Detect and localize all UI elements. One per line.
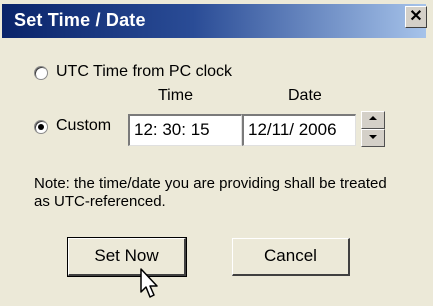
custom-radio[interactable]: [34, 120, 48, 134]
date-header: Date: [288, 87, 322, 104]
close-button[interactable]: ✕: [405, 6, 427, 28]
arrow-down-icon: [369, 135, 377, 139]
utc-radio[interactable]: [34, 66, 48, 80]
spin-up-button[interactable]: [361, 111, 385, 129]
spin-down-button[interactable]: [361, 129, 385, 147]
utc-note: Note: the time/date you are providing sh…: [34, 175, 387, 210]
dialog-title: Set Time / Date: [14, 10, 146, 30]
title-bar: Set Time / Date: [2, 4, 426, 38]
set-time-date-dialog: Set Time / Date ✕ UTC Time from PC clock…: [0, 0, 433, 306]
time-field[interactable]: 12: 30: 15: [128, 114, 242, 146]
set-now-button[interactable]: Set Now: [67, 237, 187, 277]
arrow-up-icon: [369, 116, 377, 120]
cancel-button[interactable]: Cancel: [232, 238, 350, 276]
custom-radio-selected-dot: [38, 124, 44, 130]
date-field[interactable]: 12/11/ 2006: [242, 114, 356, 146]
mouse-pointer-icon: [140, 268, 158, 298]
utc-radio-label[interactable]: UTC Time from PC clock: [56, 63, 232, 81]
time-header: Time: [158, 87, 193, 104]
custom-radio-label[interactable]: Custom: [56, 117, 111, 135]
close-icon: ✕: [409, 8, 423, 25]
